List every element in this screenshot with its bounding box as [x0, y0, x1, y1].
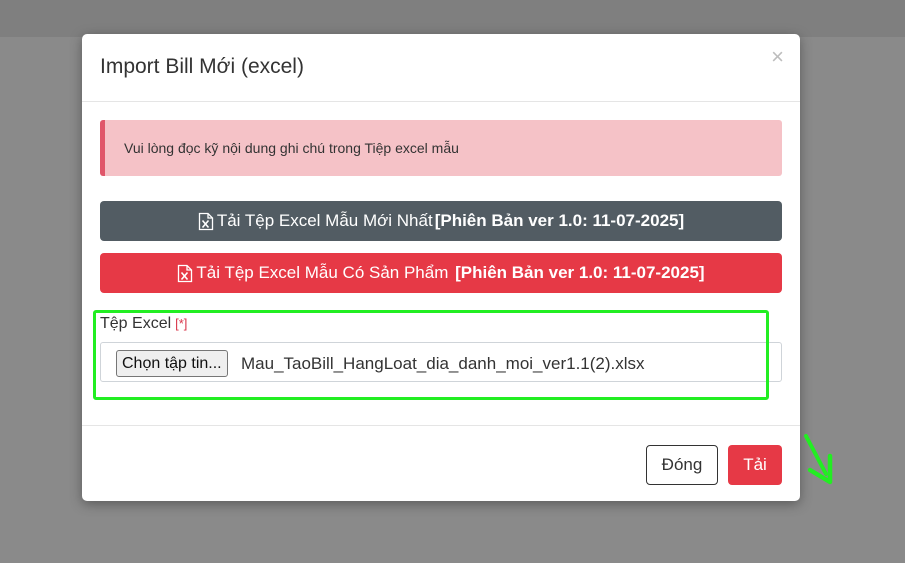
choose-file-button[interactable]: Chọn tập tin...	[116, 350, 228, 377]
download-latest-version: [Phiên Bản ver 1.0: 11-07-2025]	[434, 211, 685, 230]
close-button[interactable]: Đóng	[646, 445, 718, 485]
modal-header: Import Bill Mới (excel) ×	[82, 34, 800, 102]
annotation-arrow-icon	[804, 434, 833, 485]
modal-footer: Đóng Tải	[82, 425, 800, 502]
excel-file-input[interactable]: Chọn tập tin... Mau_TaoBill_HangLoat_dia…	[100, 342, 782, 382]
excel-file-icon	[178, 264, 193, 282]
download-product-template-button[interactable]: Tải Tệp Excel Mẫu Có Sản Phẩm [Phiên Bản…	[100, 253, 782, 293]
info-alert: Vui lòng đọc kỹ nội dung ghi chú trong T…	[100, 120, 782, 176]
page-backdrop	[0, 0, 905, 37]
download-latest-template-button[interactable]: Tải Tệp Excel Mẫu Mới Nhất [Phiên Bản ver…	[100, 201, 782, 241]
excel-file-label-text: Tệp Excel	[100, 315, 172, 332]
selected-file-name: Mau_TaoBill_HangLoat_dia_danh_moi_ver1.1…	[241, 354, 645, 373]
alert-text: Vui lòng đọc kỹ nội dung ghi chú trong T…	[124, 140, 459, 156]
modal-title: Import Bill Mới (excel)	[100, 55, 304, 78]
submit-upload-button[interactable]: Tải	[728, 445, 782, 485]
download-product-version: [Phiên Bản ver 1.0: 11-07-2025]	[455, 263, 705, 282]
download-product-label: Tải Tệp Excel Mẫu Có Sản Phẩm	[196, 263, 454, 282]
close-icon[interactable]: ×	[771, 45, 784, 69]
excel-file-icon	[198, 212, 213, 230]
excel-file-label: Tệp Excel [*]	[100, 315, 187, 333]
required-mark: [*]	[175, 316, 188, 331]
import-bill-modal: Import Bill Mới (excel) × Vui lòng đọc k…	[82, 34, 833, 502]
download-latest-label: Tải Tệp Excel Mẫu Mới Nhất	[216, 211, 433, 230]
